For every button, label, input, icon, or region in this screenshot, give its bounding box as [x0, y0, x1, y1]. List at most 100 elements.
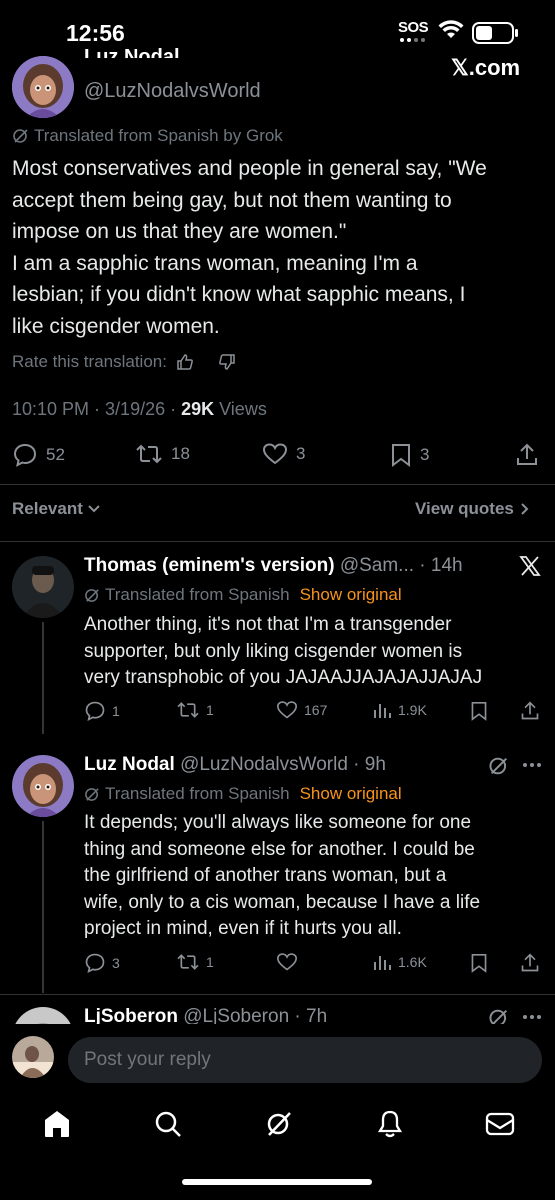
home-icon[interactable]	[43, 1109, 71, 1139]
reply-comment-button[interactable]: 1	[84, 700, 120, 722]
wifi-icon	[438, 20, 464, 38]
heart-icon	[276, 953, 298, 971]
thumbs-down-icon[interactable]	[217, 352, 237, 372]
thumbs-up-icon[interactable]	[175, 352, 195, 372]
reply-author[interactable]: Luz Nodal @LuzNodalvsWorld · 9h	[84, 754, 386, 776]
reply-repost-button[interactable]: 1	[176, 952, 214, 972]
reply-body: It depends; you'll always like someone f…	[84, 810, 544, 943]
bookmark-icon	[471, 702, 487, 721]
show-original-link[interactable]: Show original	[300, 585, 402, 605]
reply-body-line: thing and someone else for another. I co…	[84, 838, 475, 860]
reply-button[interactable]: 52	[12, 442, 65, 468]
reply-body-line: project in mind, even if it hurts you al…	[84, 918, 402, 939]
reply-actions: 3 1 1.6K	[84, 952, 544, 976]
bookmark-count: 3	[420, 445, 430, 464]
rate-translation: Rate this translation:	[12, 352, 237, 372]
author-handle[interactable]: @LuzNodalvsWorld	[84, 80, 261, 103]
notifications-icon[interactable]	[375, 1109, 405, 1139]
share-button[interactable]	[515, 442, 539, 468]
view-quotes-label: View quotes	[415, 499, 514, 518]
chevron-down-icon	[88, 505, 100, 513]
divider	[0, 994, 555, 995]
reply-views-count: 1.6K	[398, 954, 427, 970]
grok-icon[interactable]	[264, 1109, 294, 1139]
reply-handle-time: @Sam... · 14h	[339, 555, 463, 576]
like-count: 3	[296, 444, 306, 463]
search-icon[interactable]	[153, 1109, 183, 1139]
messages-icon[interactable]	[484, 1109, 516, 1139]
reply-share-button[interactable]	[520, 700, 540, 722]
comment-icon	[85, 701, 105, 722]
post-body-line: Most conservatives and people in general…	[12, 157, 487, 180]
reply-share-button[interactable]	[520, 952, 540, 974]
translation-notice: Translated from Spanish by Grok	[12, 126, 283, 146]
reply-body-line: wife, only to a cis woman, because I hav…	[84, 891, 481, 913]
more-options-icon[interactable]	[522, 1014, 542, 1020]
share-icon	[521, 701, 539, 720]
reply-input[interactable]: Post your reply	[68, 1037, 542, 1083]
repost-button[interactable]: 18	[135, 442, 190, 466]
bookmark-icon	[471, 954, 487, 973]
views-label: Views	[214, 399, 267, 419]
reply-bookmark-button[interactable]	[470, 952, 488, 974]
post-body-line: impose on us that they are women."	[12, 220, 347, 243]
site-logo: 𝕏.com	[451, 55, 521, 80]
thread-line	[42, 622, 44, 734]
reply-actions: 1 1 167 1.9K	[84, 700, 544, 724]
reply-handle-time: @LuzNodalvsWorld · 9h	[180, 754, 386, 775]
reply-views[interactable]: 1.6K	[372, 952, 427, 972]
reply-avatar[interactable]	[12, 755, 74, 817]
reply-body-line: the girlfriend of another trans woman, b…	[84, 865, 447, 886]
share-icon	[521, 953, 539, 972]
reply-repost-button[interactable]: 1	[176, 700, 214, 720]
reply-author-name: Thomas (eminem's version)	[84, 555, 335, 576]
reply-input-placeholder: Post your reply	[84, 1049, 211, 1070]
author-avatar[interactable]	[12, 56, 74, 118]
post-body-line: accept them being gay, but not them want…	[12, 188, 452, 212]
reply-comment-button[interactable]: 3	[84, 952, 120, 974]
post-body-line: like cisgender women.	[12, 314, 220, 338]
reply-repost-count: 1	[206, 954, 214, 970]
repost-icon	[136, 444, 162, 464]
reply-like-button[interactable]: 167	[276, 700, 327, 720]
reply-avatar[interactable]	[12, 556, 74, 618]
grok-icon	[85, 787, 99, 801]
post-meta: 10:10 PM · 3/19/26 · 29K Views	[12, 399, 267, 420]
home-indicator[interactable]	[182, 1179, 372, 1185]
chevron-right-icon	[521, 503, 529, 515]
heart-icon	[262, 443, 288, 465]
sort-dropdown[interactable]: Relevant	[12, 499, 101, 519]
view-quotes-link[interactable]: View quotes	[415, 499, 530, 519]
thread-line	[42, 821, 44, 993]
reply-like-count: 167	[304, 702, 328, 718]
analytics-icon	[374, 704, 391, 718]
author-name[interactable]: Luz Nodal	[84, 40, 180, 58]
reply-comment-count: 3	[112, 955, 120, 971]
reply-views[interactable]: 1.9K	[372, 700, 427, 720]
bookmark-button[interactable]: 3	[390, 442, 429, 468]
battery-icon	[472, 22, 518, 44]
reply-body-line: very transphobic of you JAJAAJJAJAJAJJAJ…	[84, 667, 483, 688]
reply-body-line: supporter, but only liking cisgender wom…	[84, 640, 463, 662]
reply-body-line: Another thing, it's not that I'm a trans…	[84, 614, 452, 635]
reply-like-button[interactable]	[276, 952, 304, 972]
reply-count: 52	[46, 445, 65, 464]
share-icon	[517, 443, 537, 465]
grok-icon[interactable]	[488, 755, 510, 777]
my-avatar[interactable]	[12, 1036, 54, 1078]
grok-icon	[13, 129, 28, 143]
sos-indicator: SOS	[398, 19, 429, 36]
reply-author[interactable]: Thomas (eminem's version) @Sam... · 14h	[84, 555, 463, 577]
show-original-link[interactable]: Show original	[300, 784, 402, 804]
signal-dots-icon	[400, 38, 425, 42]
bookmark-icon	[392, 444, 410, 467]
reply-bookmark-button[interactable]	[470, 700, 488, 722]
reply-translation-label: Translated from Spanish	[105, 585, 290, 604]
post-body-line: I am a sapphic trans woman, meaning I'm …	[12, 251, 418, 275]
views-count: 29K	[181, 399, 215, 419]
like-button[interactable]: 3	[262, 442, 305, 466]
repost-icon	[177, 702, 199, 718]
more-options-icon[interactable]	[522, 762, 542, 768]
heart-icon	[276, 701, 298, 719]
reply-translation-notice: Translated from Spanish Show original	[84, 585, 402, 605]
